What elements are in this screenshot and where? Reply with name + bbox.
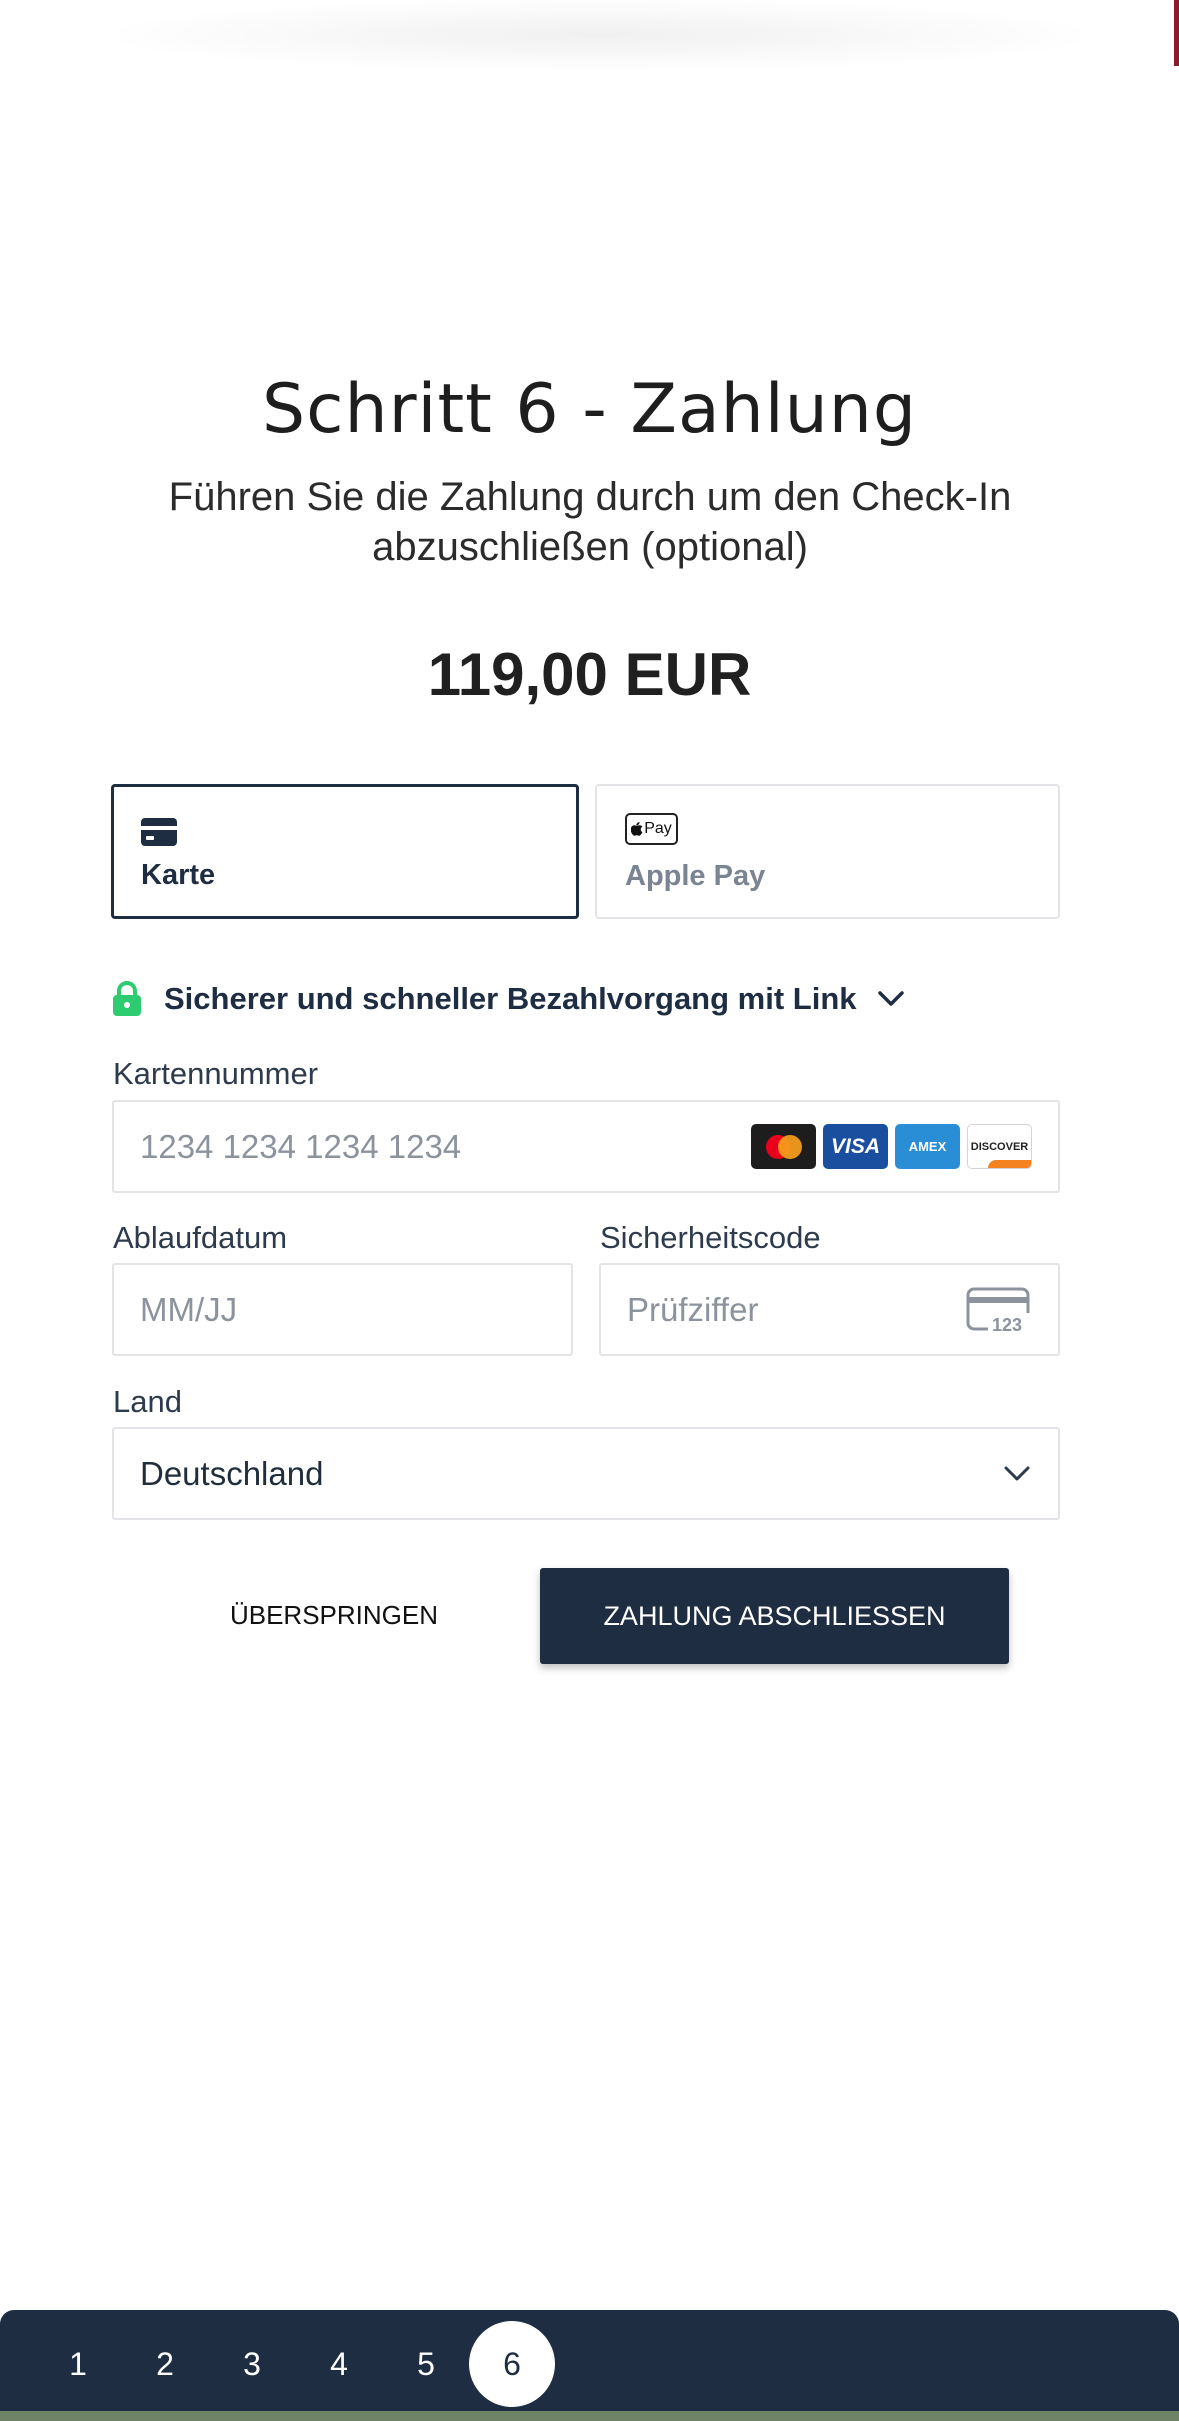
top-shadow <box>120 0 1080 70</box>
card-brand-logos: VISA AMEX DISCOVER <box>751 1124 1032 1169</box>
card-number-input[interactable] <box>140 1102 740 1191</box>
country-label: Land <box>113 1384 182 1419</box>
cvc-label: Sicherheitscode <box>600 1220 821 1255</box>
expiry-input[interactable] <box>140 1265 540 1354</box>
country-select-value: Deutschland <box>140 1455 324 1492</box>
amex-icon: AMEX <box>895 1124 960 1169</box>
bottom-edge <box>0 2411 1179 2421</box>
tab-card-label: Karte <box>141 859 216 891</box>
step-navigation: 1 2 3 4 5 6 <box>0 2310 1179 2421</box>
card-number-field[interactable]: VISA AMEX DISCOVER <box>112 1100 1060 1193</box>
lock-icon <box>113 981 141 1016</box>
cvc-card-icon: 123 <box>966 1287 1030 1335</box>
step-4[interactable]: 4 <box>296 2321 382 2407</box>
expiry-label: Ablaufdatum <box>113 1220 288 1255</box>
step-2[interactable]: 2 <box>122 2321 208 2407</box>
step-1[interactable]: 1 <box>35 2321 121 2407</box>
top-accent-mark <box>1174 0 1179 66</box>
expiry-field[interactable] <box>112 1263 573 1356</box>
visa-icon: VISA <box>823 1124 888 1169</box>
cvc-input[interactable] <box>627 1265 927 1354</box>
chevron-down-icon <box>1004 1466 1030 1481</box>
discover-icon: DISCOVER <box>967 1124 1032 1169</box>
payment-amount: 119,00 EUR <box>427 641 752 708</box>
credit-card-icon <box>141 818 177 846</box>
mastercard-icon <box>751 1124 816 1169</box>
page-title: Schritt 6 - Zahlung <box>261 370 918 449</box>
step-6[interactable]: 6 <box>469 2321 555 2407</box>
tab-apple-pay[interactable]: Pay Apple Pay <box>595 784 1060 919</box>
step-3[interactable]: 3 <box>209 2321 295 2407</box>
step-5[interactable]: 5 <box>383 2321 469 2407</box>
svg-text:123: 123 <box>992 1315 1022 1335</box>
skip-button[interactable]: ÜBERSPRINGEN <box>180 1568 488 1662</box>
cvc-field[interactable]: 123 <box>599 1263 1060 1356</box>
apple-pay-badge-text: Pay <box>644 820 672 837</box>
apple-icon <box>631 822 643 836</box>
complete-payment-button[interactable]: ZAHLUNG ABSCHLIESSEN <box>540 1568 1009 1664</box>
link-checkout-toggle[interactable]: Sicherer und schneller Bezahlvorgang mit… <box>112 974 905 1024</box>
chevron-down-icon <box>877 991 904 1006</box>
country-select[interactable]: Deutschland <box>112 1427 1060 1520</box>
link-text: Sicherer und schneller Bezahlvorgang mit… <box>164 981 857 1016</box>
page-subtitle: Führen Sie die Zahlung durch um den Chec… <box>168 475 1012 569</box>
apple-pay-icon: Pay <box>625 813 678 845</box>
card-number-label: Kartennummer <box>113 1056 319 1091</box>
tab-card[interactable]: Karte <box>111 784 579 919</box>
tab-apple-pay-label: Apple Pay <box>625 860 766 892</box>
